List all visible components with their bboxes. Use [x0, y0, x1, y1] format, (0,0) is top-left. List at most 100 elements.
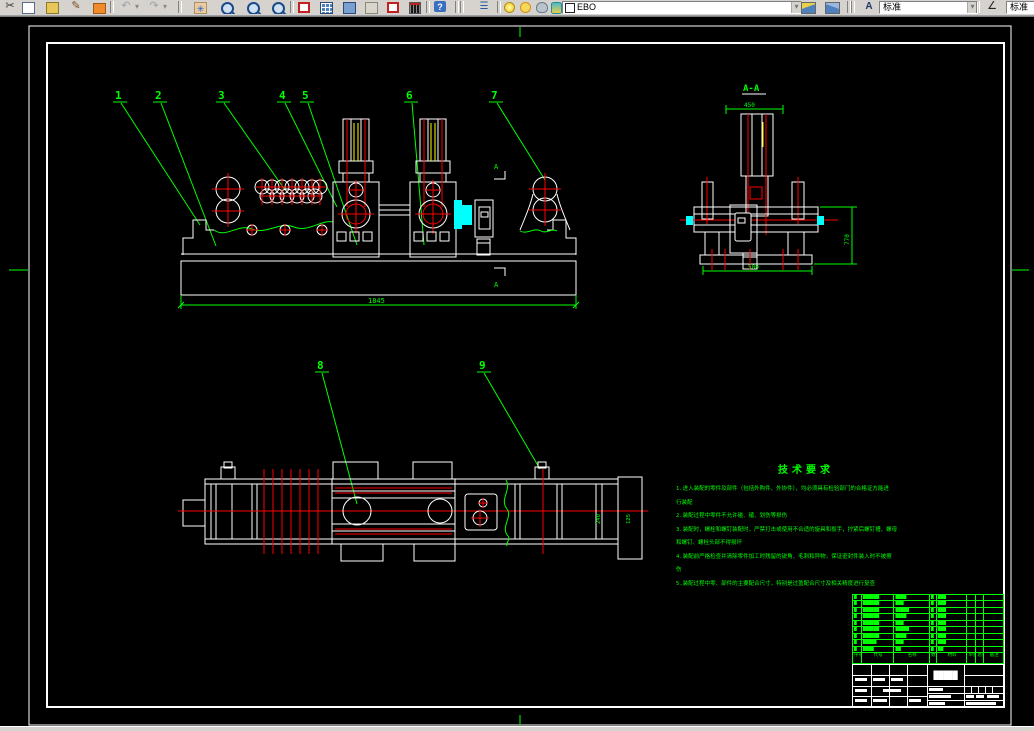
paste-icon[interactable] [46, 2, 59, 14]
tech-req-line: 5.装配过程中零、部件的主要配合尺寸，特别是过盈配合尺寸及相关精度进行复查 [676, 580, 876, 587]
redline-icon[interactable] [298, 2, 310, 13]
dim-style-combo-value: 标准 [1010, 2, 1029, 12]
layer-combo-value: EBO [577, 2, 597, 12]
bom-table: █ ██████ ████ █ ███ █ ██████ ███ █ ███ █ ██████ ██… [852, 594, 1004, 664]
balloon-1: 1 [115, 89, 122, 102]
technical-requirements: 技术要求 1.进入装配的零件及部件（包括外购件、外协件），均必须具有检验部门的合… [676, 461, 936, 591]
balloon-2: 2 [155, 89, 162, 102]
plan-view: 8 9 240 125 [178, 359, 648, 561]
dim-style-icon[interactable] [984, 0, 1000, 14]
balloon-8: 8 [317, 359, 324, 372]
drawing-canvas[interactable]: 1 2 3 4 5 6 7 A A 1845 A-A 450 770 500 8… [0, 17, 1034, 726]
dim-plan-1: 240 [596, 514, 602, 524]
zoom-realtime-icon[interactable] [221, 2, 234, 14]
markup-icon[interactable] [343, 2, 356, 14]
dim-plan-2: 125 [626, 514, 632, 524]
undo-icon[interactable] [118, 0, 134, 14]
dim-side-top: 450 [744, 102, 755, 109]
side-height-dimension: 770 [814, 207, 857, 264]
bom-header: 数量 [928, 652, 936, 663]
bom-header: 单重 [966, 652, 975, 663]
tech-req-line: 和螺钉、螺栓头部不得损坏 [676, 540, 743, 546]
bom-header: 备注 [983, 652, 1003, 663]
tech-req-line: 3.装配时，螺栓和螺钉装配时，严禁打击或使用不合适的旋具和扳手，拧紧后螺钉槽、螺… [676, 526, 898, 533]
status-strip [0, 726, 1034, 731]
title-block: █████ [852, 664, 1004, 707]
red-sheet-icon[interactable] [387, 2, 399, 13]
layer-previous-icon[interactable] [825, 2, 840, 14]
text-style-combo-value: 标准 [883, 2, 902, 12]
bom-header: 材料 [935, 652, 967, 663]
balloon-6: 6 [406, 89, 413, 102]
balloon-4: 4 [279, 89, 286, 102]
layer-freeze-icon[interactable] [520, 2, 531, 13]
dim-side-height: 770 [844, 234, 851, 245]
tech-req-line: 伤 [676, 567, 682, 573]
balloon-9: 9 [479, 359, 486, 372]
layer-state-icon[interactable] [536, 2, 548, 13]
bom-header: 总重 [975, 652, 983, 663]
bom-header: 名称 [893, 652, 929, 663]
sheet-grid-icon[interactable] [320, 2, 333, 14]
render-icon[interactable] [365, 2, 378, 14]
section-marks: A A [494, 163, 505, 289]
dim-style-combo[interactable]: 标准 [1006, 1, 1034, 14]
front-view: 1 2 3 4 5 6 7 A A 1845 [113, 89, 579, 309]
side-view: A-A 450 770 500 [680, 84, 857, 275]
copy-icon[interactable] [22, 2, 35, 14]
toolbar-separator [497, 1, 501, 13]
balloon-7: 7 [491, 89, 498, 102]
cut-icon[interactable] [2, 0, 18, 14]
calculator-icon[interactable] [409, 2, 421, 14]
front-width-dimension: 1845 [178, 295, 579, 309]
tech-req-title: 技术要求 [778, 465, 834, 476]
cad-application-window: EBO ▾ 标准 ▾ 标准 [0, 0, 1034, 731]
section-mark-bottom: A [494, 281, 499, 289]
brush-icon[interactable] [68, 0, 84, 14]
toolbar: EBO ▾ 标准 ▾ 标准 [0, 0, 1034, 14]
tech-req-line: 4.装配前严格检查并清除零件加工时残留的锐角、毛刺和异物，保证密封件装入时不被擦 [676, 553, 892, 560]
cylinder-assembly-1 [333, 119, 379, 257]
bom-header-row: 序号代号名称数量材料单重总重备注 [853, 651, 1003, 663]
redo-icon[interactable] [146, 0, 162, 14]
redo-dropdown-icon[interactable] [161, 0, 169, 14]
layers-icon[interactable] [476, 0, 492, 14]
balloon-5: 5 [302, 89, 309, 102]
text-style-icon[interactable] [861, 0, 877, 14]
pan-icon[interactable] [194, 2, 207, 14]
cylinder-assembly-2 [410, 119, 456, 257]
roller-cluster [246, 178, 328, 236]
make-layer-current-icon[interactable] [801, 2, 816, 14]
tech-req-line: 行装配 [676, 499, 693, 506]
side-top-dimension: 450 [726, 102, 783, 114]
toolbar-separator [110, 1, 114, 13]
layer-combo-dropdown-icon[interactable]: ▾ [791, 2, 801, 13]
toolbar-separator [460, 1, 464, 13]
dim-side-bottom: 500 [748, 264, 759, 271]
eraser-icon[interactable] [93, 3, 106, 14]
bom-header: 代号 [860, 652, 894, 663]
side-bottom-dimension: 500 [703, 264, 812, 275]
zoom-window-icon[interactable] [247, 2, 260, 14]
balloon-3: 3 [218, 89, 225, 102]
dim-front-width: 1845 [368, 297, 385, 305]
text-style-combo[interactable]: 标准 ▾ [879, 1, 978, 14]
help-icon[interactable] [434, 1, 446, 12]
undo-dropdown-icon[interactable] [133, 0, 141, 14]
toolbar-separator [455, 1, 459, 13]
left-rollers [212, 173, 244, 227]
right-rollers [520, 173, 570, 230]
bom-header: 序号 [854, 652, 861, 658]
layer-color-swatch [565, 3, 575, 13]
tech-req-line: 2.装配过程中零件不允许碰、磕、划伤等损伤 [676, 513, 788, 519]
section-label: A-A [743, 84, 760, 94]
toolbar-separator [426, 1, 430, 13]
toolbar-separator [976, 1, 980, 13]
toolbar-separator [290, 1, 294, 13]
tech-req-line: 1.进入装配的零件及部件（包括外购件、外协件），均必须具有检验部门的合格证方能进 [676, 486, 889, 492]
layer-combo[interactable]: EBO ▾ [562, 1, 802, 14]
zoom-previous-icon[interactable] [272, 2, 285, 14]
toolbar-separator [851, 1, 855, 13]
layer-lock-icon[interactable] [551, 2, 562, 14]
lightbulb-icon[interactable] [504, 2, 515, 13]
